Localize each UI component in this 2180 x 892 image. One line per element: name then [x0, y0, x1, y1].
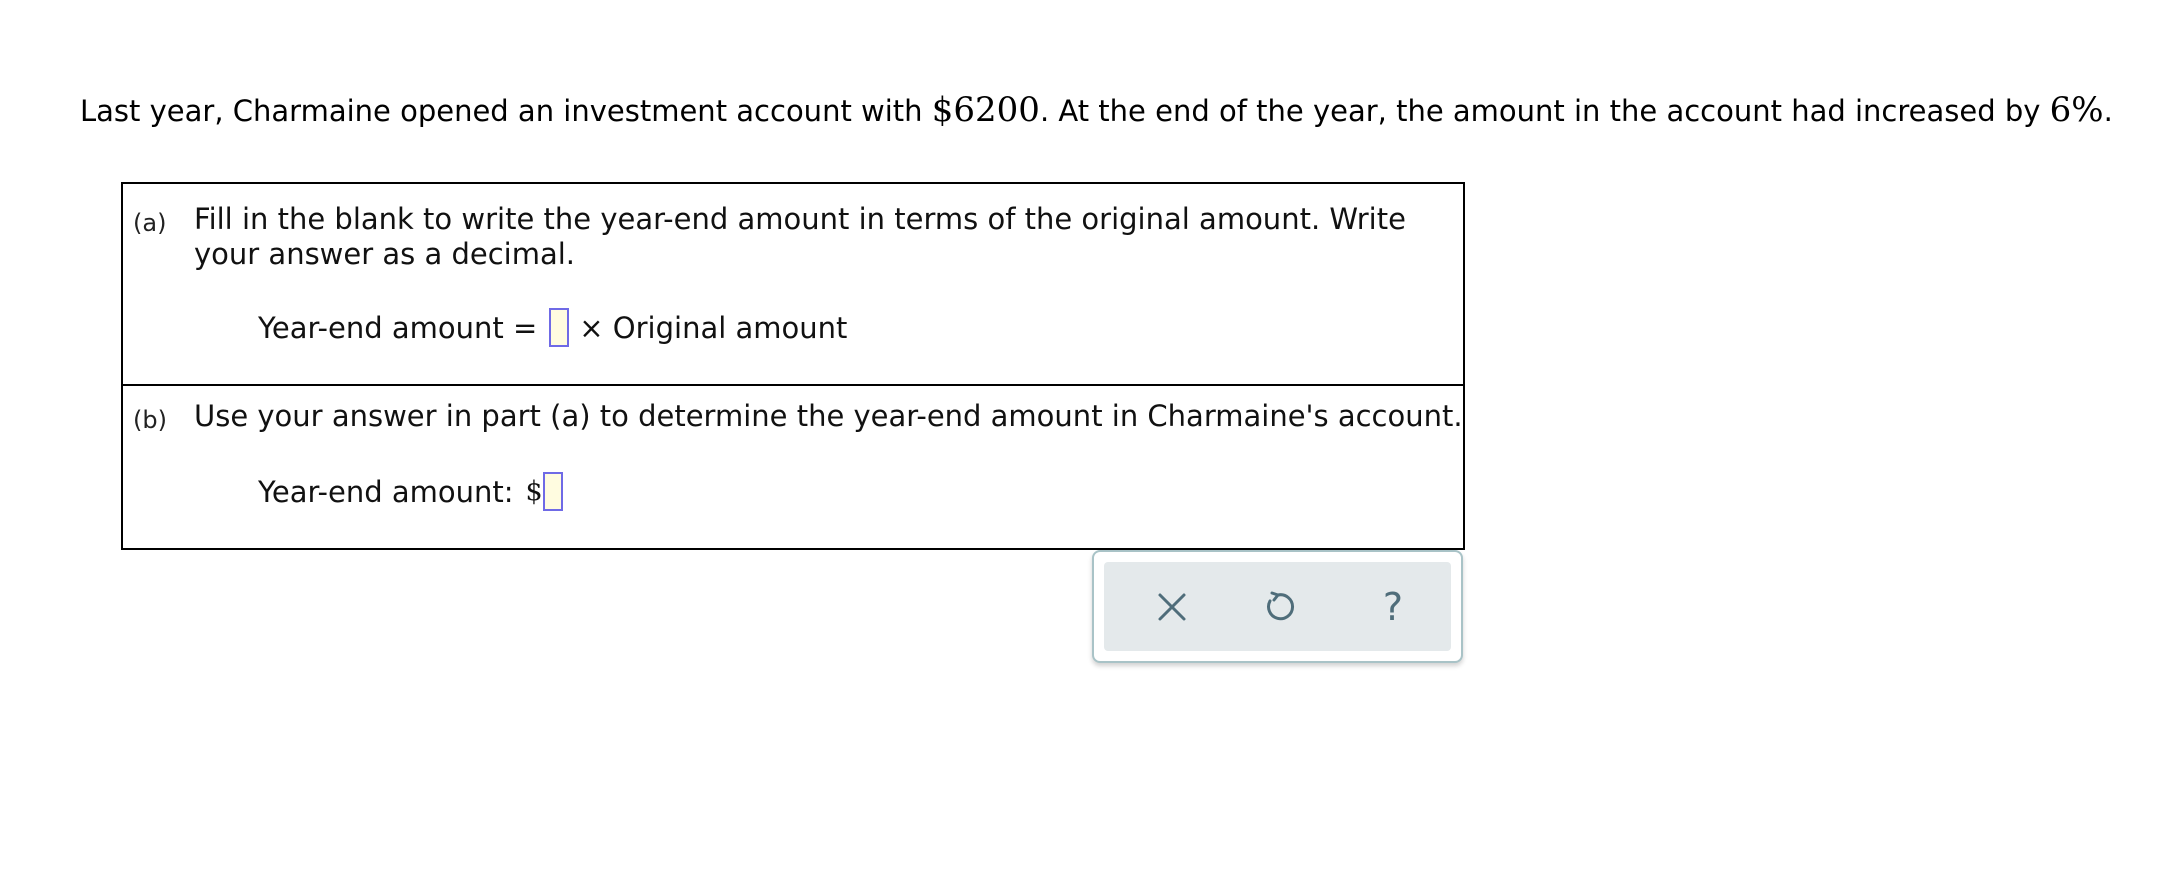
- intro-text-end: .: [2103, 94, 2113, 128]
- intro-text-start: Last year, Charmaine opened an investmen…: [80, 94, 932, 128]
- part-divider: [123, 384, 1463, 386]
- initial-amount: $6200: [931, 90, 1040, 130]
- part-a-rhs: × Original amount: [579, 310, 848, 345]
- answer-toolbar: ?: [1092, 550, 1463, 663]
- part-a-lhs: Year-end amount =: [258, 310, 538, 345]
- clear-button[interactable]: [1145, 580, 1199, 634]
- part-b-equation: Year-end amount: $: [258, 472, 563, 511]
- multiplier-input[interactable]: [549, 308, 570, 347]
- help-icon: ?: [1382, 585, 1404, 629]
- close-icon: [1158, 593, 1186, 621]
- year-end-amount-input[interactable]: [542, 472, 563, 511]
- part-a-label: (a): [133, 209, 167, 237]
- part-b-instruction: Use your answer in part (a) to determine…: [194, 399, 1463, 433]
- help-button[interactable]: ?: [1366, 580, 1420, 634]
- part-a-instruction: Fill in the blank to write the year-end …: [194, 202, 1406, 271]
- toolbar-panel: ?: [1104, 562, 1451, 651]
- problem-statement: Last year, Charmaine opened an investmen…: [80, 88, 2113, 133]
- part-b-label: (b): [133, 406, 167, 434]
- question-box: (a) Fill in the blank to write the year-…: [121, 182, 1465, 550]
- undo-icon: [1267, 591, 1294, 621]
- increase-percent: 6%: [2049, 90, 2104, 130]
- part-a-equation: Year-end amount = × Original amount: [258, 308, 847, 347]
- currency-symbol: $: [525, 476, 543, 507]
- part-b-lhs: Year-end amount:: [258, 474, 514, 509]
- intro-text-middle: . At the end of the year, the amount in …: [1039, 94, 2050, 128]
- undo-button[interactable]: [1251, 580, 1305, 634]
